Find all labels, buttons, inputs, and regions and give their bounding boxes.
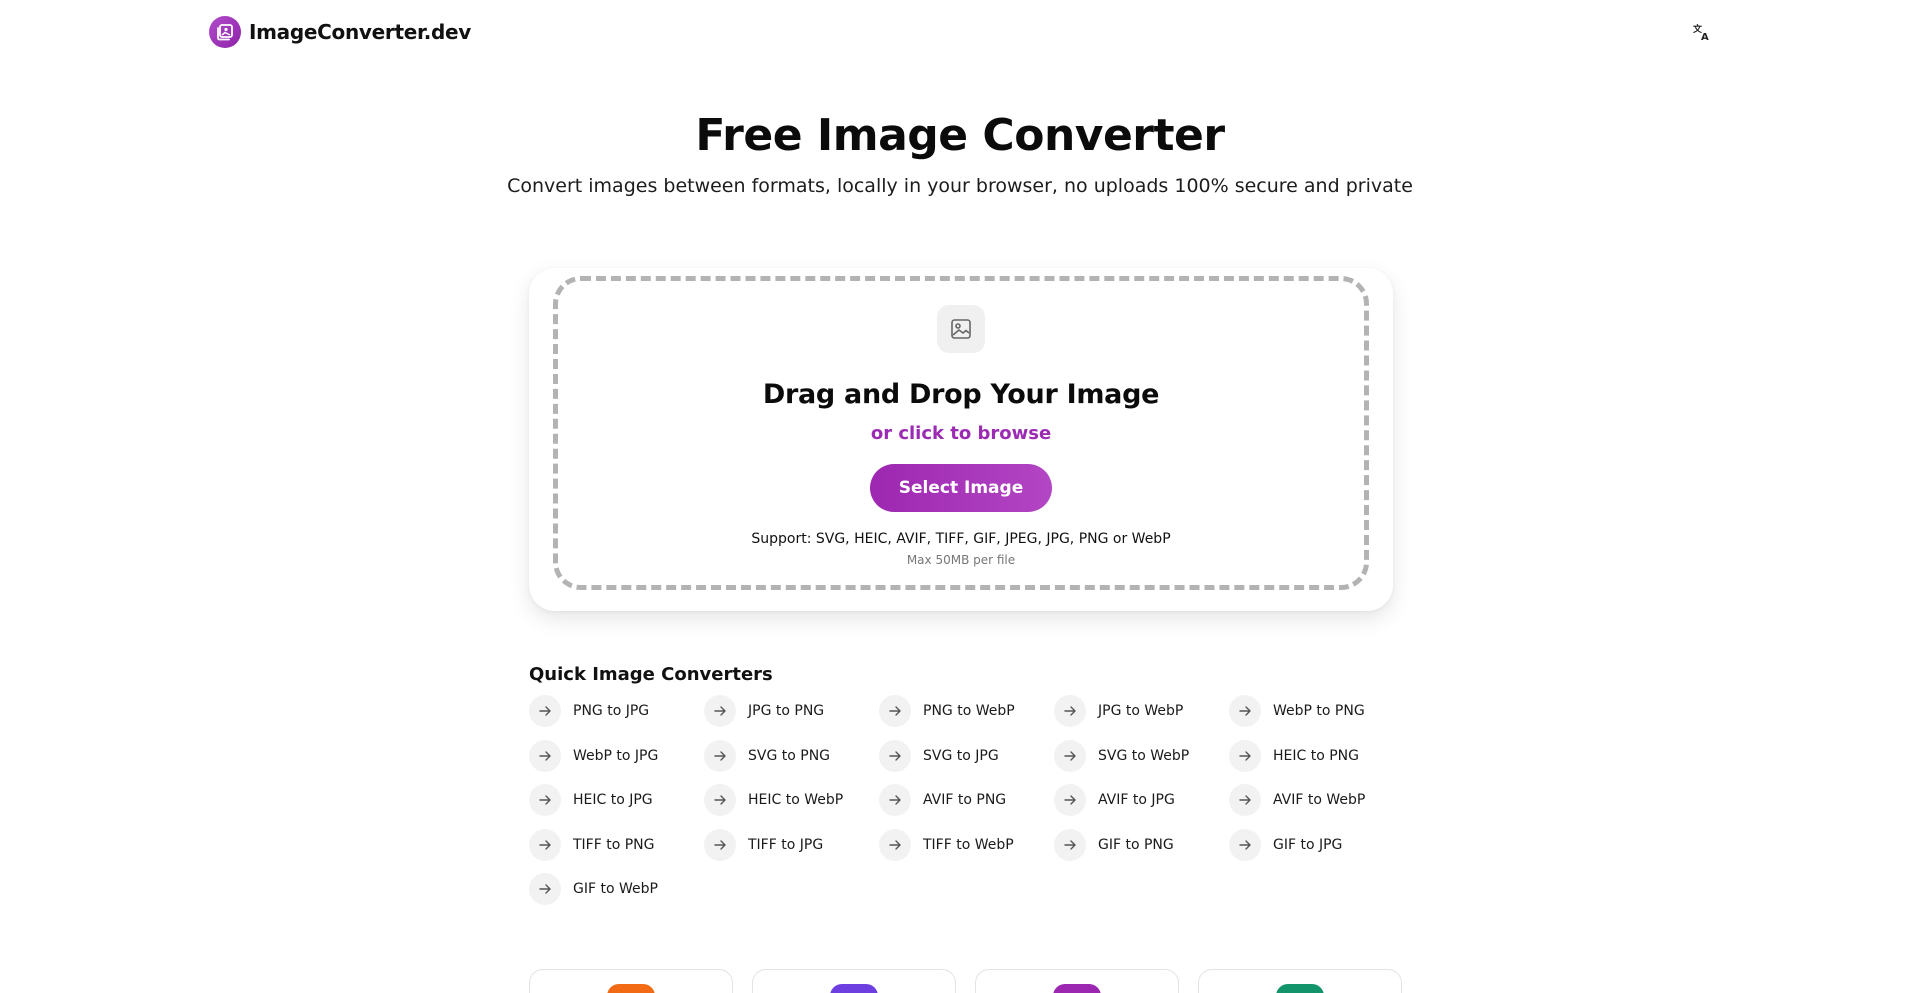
quick-converter-label: GIF to JPG	[1273, 836, 1343, 853]
language-button[interactable]: 文 A	[1690, 20, 1714, 44]
arrow-right-icon	[529, 873, 561, 906]
quick-converter-label: AVIF to JPG	[1098, 792, 1175, 809]
logo-text: ImageConverter.dev	[249, 20, 472, 44]
quick-converter-label: TIFF to JPG	[748, 836, 824, 853]
quick-converter-label: SVG to PNG	[748, 747, 831, 764]
quick-converter-link[interactable]: AVIF to JPG	[1054, 784, 1175, 817]
quick-converter-label: HEIC to WebP	[748, 792, 844, 809]
quick-converter-link[interactable]: WebP to PNG	[1229, 695, 1365, 727]
select-image-button[interactable]: Select Image	[870, 464, 1052, 512]
quick-converter-link[interactable]: GIF to PNG	[1054, 828, 1174, 861]
quick-converter-label: HEIC to PNG	[1273, 747, 1359, 764]
browse-link[interactable]: or click to browse	[558, 423, 1364, 444]
feature-icon	[830, 984, 878, 993]
quick-converter-link[interactable]: SVG to WebP	[1054, 739, 1190, 772]
drop-zone[interactable]: Drag and Drop Your Image or click to bro…	[553, 276, 1369, 590]
arrow-right-icon	[879, 828, 911, 861]
arrow-right-icon	[879, 739, 911, 772]
quick-converter-label: WebP to JPG	[573, 747, 659, 764]
arrow-right-icon	[879, 784, 911, 817]
quick-converter-link[interactable]: TIFF to WebP	[879, 828, 1014, 861]
quick-converter-link[interactable]: PNG to WebP	[879, 695, 1015, 727]
site-header: ImageConverter.dev 文 A	[0, 0, 1920, 66]
arrow-right-icon	[529, 784, 561, 817]
page-subtitle: Convert images between formats, locally …	[507, 175, 1413, 197]
feature-icon	[607, 984, 655, 993]
arrow-right-icon	[1229, 739, 1261, 772]
feature-card	[1198, 969, 1402, 993]
quick-converter-label: GIF to PNG	[1098, 836, 1174, 853]
quick-converter-label: WebP to PNG	[1273, 703, 1365, 719]
quick-converter-link[interactable]: WebP to JPG	[529, 739, 659, 772]
arrow-right-icon	[704, 739, 736, 772]
quick-converter-label: AVIF to PNG	[923, 792, 1007, 809]
quick-converter-link[interactable]: GIF to WebP	[529, 873, 658, 906]
image-icon	[937, 305, 985, 353]
arrow-right-icon	[1054, 784, 1086, 817]
quick-converter-link[interactable]: AVIF to PNG	[879, 784, 1007, 817]
max-file-size-text: Max 50MB per file	[906, 553, 1016, 567]
quick-converter-label: TIFF to PNG	[573, 836, 655, 853]
feature-card	[529, 969, 733, 993]
quick-converter-label: PNG to WebP	[923, 703, 1015, 719]
quick-converter-link[interactable]: TIFF to JPG	[704, 828, 824, 861]
arrow-right-icon	[1229, 828, 1261, 861]
quick-converters-title: Quick Image Converters	[529, 664, 773, 685]
quick-converter-label: SVG to JPG	[923, 747, 999, 764]
quick-converter-link[interactable]: SVG to JPG	[879, 739, 999, 772]
feature-card	[975, 969, 1179, 993]
arrow-right-icon	[704, 784, 736, 817]
quick-converter-link[interactable]: SVG to PNG	[704, 739, 831, 772]
arrow-right-icon	[879, 695, 911, 727]
quick-converter-label: SVG to WebP	[1098, 747, 1190, 764]
quick-converter-label: TIFF to WebP	[923, 836, 1014, 853]
arrow-right-icon	[1054, 695, 1086, 727]
arrow-right-icon	[704, 828, 736, 861]
supported-formats-text: Support: SVG, HEIC, AVIF, TIFF, GIF, JPE…	[751, 531, 1171, 547]
svg-text:A: A	[1701, 32, 1709, 41]
arrow-right-icon	[529, 828, 561, 861]
arrow-right-icon	[529, 739, 561, 772]
quick-converter-link[interactable]: GIF to JPG	[1229, 828, 1343, 861]
arrow-right-icon	[1054, 739, 1086, 772]
quick-converter-link[interactable]: PNG to JPG	[529, 695, 649, 727]
arrow-right-icon	[1054, 828, 1086, 861]
quick-converter-label: JPG to PNG	[748, 703, 825, 719]
quick-converter-link[interactable]: AVIF to WebP	[1229, 784, 1366, 817]
arrow-right-icon	[1229, 784, 1261, 817]
quick-converter-label: JPG to WebP	[1098, 703, 1184, 719]
arrow-right-icon	[1229, 695, 1261, 727]
upload-card: Drag and Drop Your Image or click to bro…	[529, 268, 1393, 611]
quick-converter-label: HEIC to JPG	[573, 792, 653, 809]
quick-converter-link[interactable]: HEIC to WebP	[704, 784, 844, 817]
page-title: Free Image Converter	[695, 110, 1225, 161]
photo-stack-icon	[209, 16, 241, 48]
drop-title: Drag and Drop Your Image	[762, 379, 1160, 410]
arrow-right-icon	[529, 695, 561, 727]
translate-icon: 文 A	[1693, 23, 1709, 41]
quick-converter-label: GIF to WebP	[573, 881, 658, 898]
feature-icon	[1053, 984, 1101, 993]
quick-converter-link[interactable]: JPG to WebP	[1054, 695, 1183, 727]
quick-converter-link[interactable]: HEIC to JPG	[529, 784, 653, 817]
feature-card	[752, 969, 956, 993]
quick-converter-link[interactable]: JPG to PNG	[704, 695, 824, 727]
site-logo[interactable]: ImageConverter.dev	[209, 16, 471, 48]
quick-converter-link[interactable]: HEIC to PNG	[1229, 739, 1359, 772]
feature-icon	[1276, 984, 1324, 993]
quick-converter-label: AVIF to WebP	[1273, 792, 1366, 809]
quick-converter-link[interactable]: TIFF to PNG	[529, 828, 655, 861]
quick-converter-label: PNG to JPG	[573, 703, 650, 719]
arrow-right-icon	[704, 695, 736, 727]
